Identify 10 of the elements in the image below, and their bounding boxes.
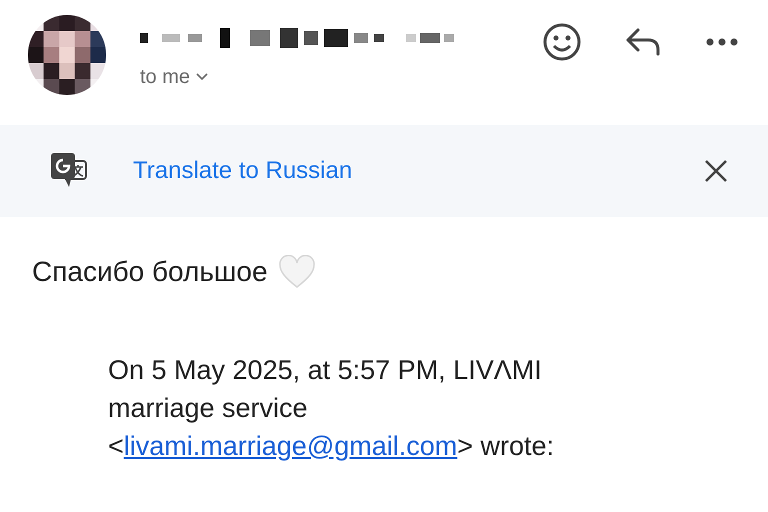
quote-attribution: On 5 May 2025, at 5:57 PM, LIVΛMI marriage service <livami.marriage@gmail.com> wrote: [108,354,556,463]
email-link[interactable]: livami.marriage@gmail.com [124,431,458,461]
message-text: Спасибо большое [32,258,268,286]
chevron-down-icon[interactable] [196,73,208,81]
more-icon[interactable] [706,38,738,46]
smiley-icon[interactable] [542,22,582,62]
heart-icon [278,255,316,289]
translate-link[interactable]: Translate to Russian [133,159,352,183]
close-icon[interactable] [704,159,728,183]
recipient-label: to me [140,67,190,87]
